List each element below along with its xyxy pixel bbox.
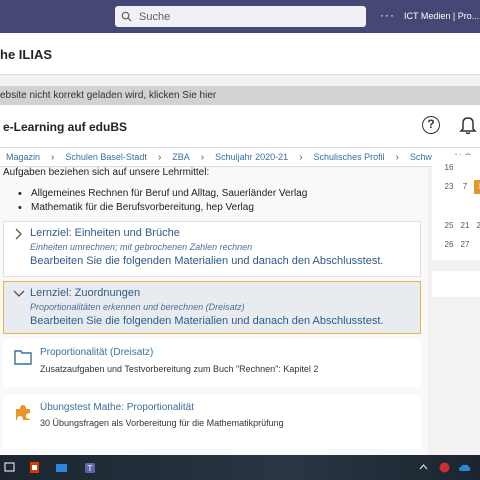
item-title[interactable]: Proportionalität (Dreisatz) — [40, 347, 153, 358]
chevron-right-icon: › — [395, 151, 399, 163]
teams-title-bar: Suche ··· ICT Medien | Pro... — [0, 0, 480, 33]
ilias-header: e-Learning auf eduBS — [0, 105, 480, 147]
item-description: Zusatzaufgaben und Testvorbereitung zum … — [40, 364, 319, 374]
red-app-icon[interactable] — [438, 461, 451, 474]
chevron-right-icon: › — [157, 151, 162, 163]
calendar-day-today[interactable]: 8 — [474, 180, 480, 194]
search-input[interactable]: Suche — [115, 6, 366, 27]
chevron-right-icon: › — [51, 151, 55, 163]
calendar-day[interactable]: 26 — [442, 238, 456, 252]
card-subtitle: Einheiten umrechnen; mit gebrochenen Zah… — [30, 242, 253, 252]
folder-icon — [14, 350, 32, 365]
team-name[interactable]: ICT Medien | Pro... — [404, 11, 479, 21]
breadcrumb-item[interactable]: Schulen Basel-Stadt — [65, 152, 147, 162]
sidebar-panel — [432, 271, 480, 297]
breadcrumb-item[interactable]: ZBA — [172, 152, 190, 162]
card-subtitle: Proportionalitäten erkennen und berechne… — [30, 302, 245, 312]
list-item: Mathematik für die Berufsvorbereitung, h… — [18, 201, 307, 215]
teams-icon[interactable]: T — [84, 461, 97, 474]
app-title: he ILIAS — [0, 47, 53, 62]
calendar-day[interactable]: 21 — [458, 219, 472, 233]
item-description: 30 Übungsfragen als Vorbereitung für die… — [40, 418, 284, 428]
svg-text:T: T — [87, 464, 93, 473]
cloud-icon[interactable] — [458, 461, 471, 474]
calendar-day[interactable]: 22 — [474, 219, 480, 233]
main-content: Aufgaben beziehen sich auf unsere Lehrmi… — [0, 167, 428, 455]
puzzle-icon — [16, 405, 30, 420]
breadcrumb-item[interactable]: Magazin — [6, 152, 40, 162]
windows-taskbar: T — [0, 455, 480, 480]
chevron-right-icon: › — [200, 151, 205, 163]
breadcrumb-item[interactable]: Schulisches Profil — [314, 152, 385, 162]
more-options-icon[interactable]: ··· — [380, 8, 395, 22]
folder-item[interactable]: Proportionalität (Dreisatz) Zusatzaufgab… — [3, 339, 421, 387]
calendar-day[interactable]: 7 — [458, 180, 472, 194]
learning-goal-card-expanded[interactable]: Lernziel: Zuordnungen Proportionalitäten… — [3, 281, 421, 334]
test-item[interactable]: Übungstest Mathe: Proportionalität 30 Üb… — [3, 395, 421, 449]
window-icon[interactable] — [55, 461, 68, 474]
office-icon[interactable] — [28, 461, 41, 474]
intro-text: Aufgaben beziehen sich auf unsere Lehrmi… — [3, 167, 210, 178]
calendar-day[interactable]: 27 — [458, 238, 472, 252]
app-header: he ILIAS — [0, 33, 480, 75]
breadcrumb-item[interactable]: Schuljahr 2020-21 — [215, 152, 288, 162]
chevron-right-icon: › — [299, 151, 303, 163]
card-description: Bearbeiten Sie die folgenden Materialien… — [30, 255, 384, 267]
card-title[interactable]: Lernziel: Einheiten und Brüche — [30, 227, 180, 239]
chevron-down-icon[interactable] — [13, 288, 25, 300]
learning-goal-card-collapsed[interactable]: Lernziel: Einheiten und Brüche Einheiten… — [3, 221, 421, 277]
card-title[interactable]: Lernziel: Zuordnungen — [30, 287, 140, 299]
chevron-right-icon[interactable] — [13, 228, 25, 240]
ilias-title[interactable]: e-Learning auf eduBS — [3, 120, 127, 134]
help-icon[interactable]: ? — [422, 116, 440, 134]
search-icon — [121, 11, 132, 22]
item-title[interactable]: Übungstest Mathe: Proportionalität — [40, 402, 194, 413]
bullet-list: Allgemeines Rechnen für Beruf und Alltag… — [18, 187, 307, 215]
calendar-widget: 16 23 7 8 25 21 22 26 27 — [432, 155, 480, 260]
task-view-icon[interactable] — [4, 461, 17, 474]
reload-notice[interactable]: ebsite nicht korrekt geladen wird, klick… — [0, 86, 480, 105]
calendar-day[interactable]: 25 — [442, 219, 456, 233]
search-placeholder: Suche — [139, 10, 171, 23]
card-description: Bearbeiten Sie die folgenden Materialien… — [30, 315, 384, 327]
notification-bell-icon[interactable] — [459, 115, 477, 135]
chevron-up-icon[interactable] — [417, 461, 430, 474]
calendar-day[interactable]: 23 — [442, 180, 456, 194]
calendar-day[interactable]: 16 — [442, 161, 456, 175]
breadcrumb: Magazin › Schulen Basel-Stadt › ZBA › Sc… — [0, 147, 480, 167]
list-item: Allgemeines Rechnen für Beruf und Alltag… — [18, 187, 307, 201]
